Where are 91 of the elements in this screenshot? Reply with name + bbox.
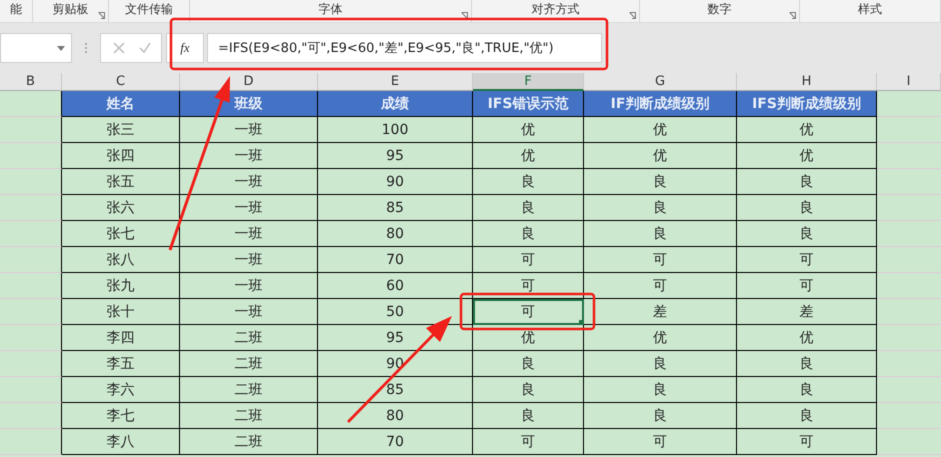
table-cell: 一班 bbox=[180, 221, 318, 247]
table-cell: 良 bbox=[737, 377, 877, 403]
table-cell: 李七 bbox=[62, 403, 180, 429]
table-cell: 良 bbox=[473, 377, 584, 403]
table-cell: 良 bbox=[584, 195, 737, 221]
table-cell: 良 bbox=[737, 351, 877, 377]
table-cell: 李五 bbox=[62, 351, 180, 377]
table-cell: 张三 bbox=[62, 117, 180, 143]
ribbon-group-label: 文件传输 bbox=[125, 2, 174, 16]
table-cell: 一班 bbox=[180, 273, 318, 299]
table-cell: 优 bbox=[584, 325, 737, 351]
table-cell: 良 bbox=[473, 403, 584, 429]
table-cell: 良 bbox=[737, 403, 877, 429]
table-cell: 优 bbox=[473, 117, 584, 143]
table-cell: 张八 bbox=[62, 247, 180, 273]
formula-field[interactable]: =IFS(E9<80,"可",E9<60,"差",E9<95,"良",TRUE,"优") bbox=[207, 33, 602, 63]
ribbon-group-label: 能 bbox=[10, 2, 22, 16]
table-cell: 李八 bbox=[62, 429, 180, 455]
table-cell: 良 bbox=[473, 351, 584, 377]
table-cell: 可 bbox=[737, 247, 877, 273]
table-cell: 一班 bbox=[180, 299, 318, 325]
table-cell: 80 bbox=[318, 221, 473, 247]
column-header[interactable]: D bbox=[180, 73, 318, 91]
ribbon-group-label: 数字 bbox=[708, 2, 732, 16]
table-cell: 70 bbox=[318, 247, 473, 273]
column-header[interactable]: I bbox=[877, 73, 941, 91]
table-cell: 优 bbox=[737, 325, 877, 351]
table-cell: 良 bbox=[584, 377, 737, 403]
table-cell: 良 bbox=[584, 169, 737, 195]
table-header: 姓名 bbox=[62, 91, 180, 117]
table-cell: 良 bbox=[473, 169, 584, 195]
table-cell: 可 bbox=[473, 429, 584, 455]
table-cell: 张五 bbox=[62, 169, 180, 195]
column-header[interactable]: E bbox=[318, 73, 473, 91]
ribbon-group-label: 字体 bbox=[318, 2, 342, 16]
table-cell: 张六 bbox=[62, 195, 180, 221]
table-cell: 可 bbox=[473, 273, 584, 299]
table-cell: 良 bbox=[584, 221, 737, 247]
table-header: 成绩 bbox=[318, 91, 473, 117]
table-cell: 良 bbox=[737, 221, 877, 247]
table-cell: 优 bbox=[584, 143, 737, 169]
table-cell: 可 bbox=[473, 299, 584, 325]
ribbon-group-label: 对齐方式 bbox=[532, 2, 580, 16]
table-cell: 可 bbox=[737, 429, 877, 455]
insert-function-button[interactable]: fx bbox=[166, 33, 204, 63]
table-cell: 二班 bbox=[180, 403, 318, 429]
table-cell: 可 bbox=[584, 429, 737, 455]
ribbon-group-label: 样式 bbox=[858, 2, 882, 16]
table-cell: 差 bbox=[737, 299, 877, 325]
table-cell: 良 bbox=[473, 195, 584, 221]
table-cell: 一班 bbox=[180, 247, 318, 273]
table-cell: 差 bbox=[584, 299, 737, 325]
table-cell: 100 bbox=[318, 117, 473, 143]
table-cell: 良 bbox=[737, 195, 877, 221]
table-header: IFS错误示范 bbox=[473, 91, 584, 117]
table-cell: 良 bbox=[737, 169, 877, 195]
table-cell: 李四 bbox=[62, 325, 180, 351]
table-cell: 优 bbox=[473, 325, 584, 351]
table-cell: 优 bbox=[737, 117, 877, 143]
column-header[interactable]: C bbox=[62, 73, 180, 91]
table-cell: 张四 bbox=[62, 143, 180, 169]
table-cell: 二班 bbox=[180, 429, 318, 455]
table-cell: 张十 bbox=[62, 299, 180, 325]
table-header: IF判断成绩级别 bbox=[584, 91, 737, 117]
table-cell: 李六 bbox=[62, 377, 180, 403]
table-header: IFS判断成绩级别 bbox=[737, 91, 877, 117]
table-cell: 可 bbox=[737, 273, 877, 299]
table-cell: 良 bbox=[584, 351, 737, 377]
table-cell: 优 bbox=[584, 117, 737, 143]
table-cell: 可 bbox=[473, 247, 584, 273]
table-cell: 70 bbox=[318, 429, 473, 455]
table-cell: 可 bbox=[584, 273, 737, 299]
column-header[interactable]: B bbox=[0, 73, 62, 91]
table-cell: 二班 bbox=[180, 351, 318, 377]
column-header[interactable]: H bbox=[737, 73, 877, 91]
table-cell: 张九 bbox=[62, 273, 180, 299]
table-cell: 良 bbox=[473, 221, 584, 247]
table-cell: 优 bbox=[473, 143, 584, 169]
table-cell: 优 bbox=[737, 143, 877, 169]
table-header: 班级 bbox=[180, 91, 318, 117]
column-header[interactable]: G bbox=[584, 73, 737, 91]
table-cell: 可 bbox=[584, 247, 737, 273]
table-cell: 良 bbox=[584, 403, 737, 429]
table-cell: 90 bbox=[318, 169, 473, 195]
column-header[interactable]: F bbox=[473, 73, 584, 91]
table-cell: 二班 bbox=[180, 325, 318, 351]
table-cell: 95 bbox=[318, 143, 473, 169]
table-cell: 85 bbox=[318, 195, 473, 221]
table-cell: 60 bbox=[318, 273, 473, 299]
table-cell: 二班 bbox=[180, 377, 318, 403]
ribbon-group-label: 剪贴板 bbox=[52, 2, 89, 16]
